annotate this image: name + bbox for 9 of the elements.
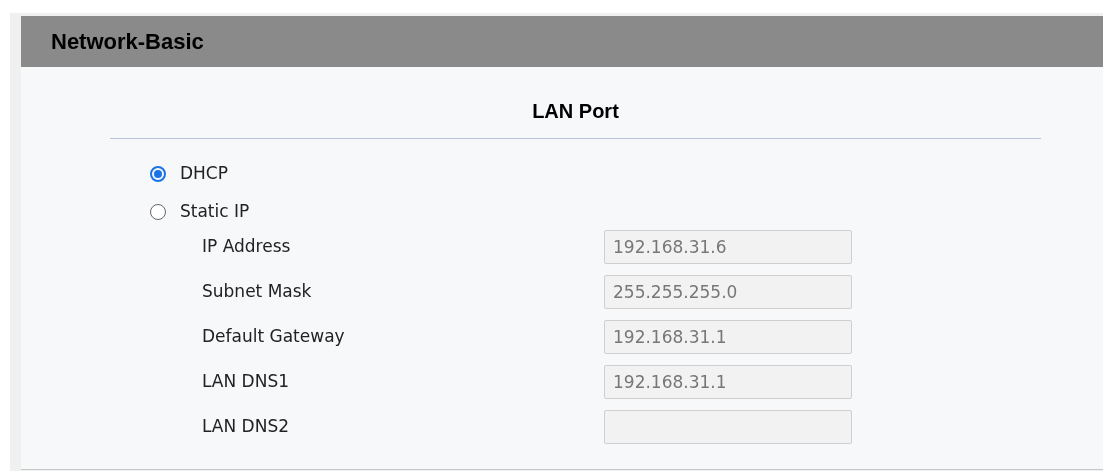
radio-option[interactable]: DHCP [150, 159, 1053, 189]
field-label: Default Gateway [202, 325, 346, 349]
field-label: LAN DNS1 [202, 370, 291, 394]
field-label: LAN DNS2 [202, 415, 291, 439]
section-title: LAN Port [532, 99, 619, 124]
radio-option[interactable]: Static IP [150, 197, 1053, 227]
field-label: Subnet Mask [202, 280, 313, 304]
field-label: IP Address [202, 235, 292, 259]
page-title: Network-Basic [51, 28, 204, 56]
